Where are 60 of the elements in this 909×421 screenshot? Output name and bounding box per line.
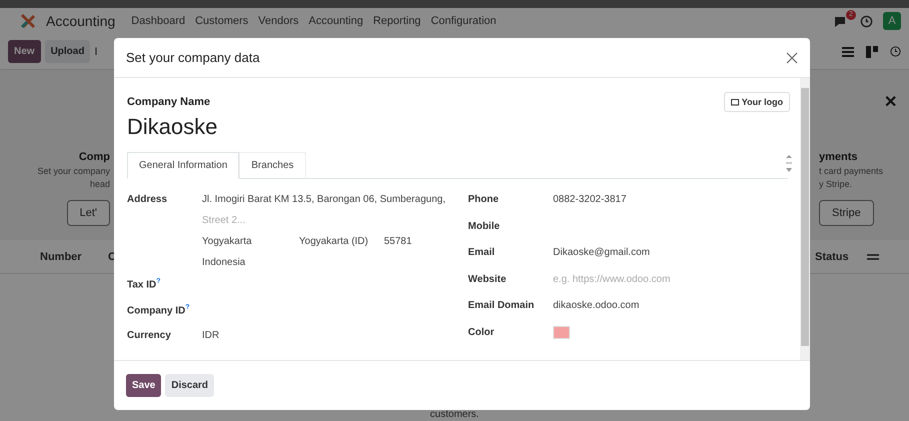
field-label: Currency	[127, 329, 172, 341]
menu-item[interactable]: Reporting	[373, 15, 421, 27]
banner-text: t card payments	[819, 166, 884, 176]
dialog-title: Set your company data	[126, 50, 260, 65]
image-icon	[730, 98, 739, 106]
tab[interactable]: General Information	[127, 152, 240, 179]
street-field[interactable]: Jl. Imogiri Barat KM 13.5, Barongan 06, Sumberagung,	[202, 189, 446, 205]
field-label: Tax ID$^{?}$	[127, 277, 162, 290]
toolbar-button[interactable]: New	[8, 40, 41, 63]
column-header[interactable]: Status	[815, 250, 865, 262]
app-logo-icon	[20, 13, 36, 29]
banner-text: head	[90, 179, 110, 189]
menu-item[interactable]: Vendors	[258, 15, 299, 27]
field-label: Mobile	[468, 220, 501, 232]
menu-item[interactable]: Customers	[195, 15, 248, 27]
close-icon[interactable]	[786, 52, 798, 64]
column-header[interactable]: Number	[40, 250, 108, 262]
color-swatch[interactable]	[553, 326, 570, 338]
input-field[interactable]: 0882-3202-3817	[553, 189, 626, 205]
menu-item[interactable]: Configuration	[430, 15, 496, 27]
company-name-field[interactable]: Dikaoske	[127, 114, 788, 140]
close-icon[interactable]: ✕	[884, 92, 897, 112]
clock-icon[interactable]	[860, 14, 873, 28]
banner-title: yments	[819, 151, 858, 163]
list-footer-text: customers.	[429, 409, 480, 421]
toolbar-text: I	[94, 46, 98, 58]
logo-button[interactable]: Your logo	[724, 92, 790, 112]
kanban-view-icon[interactable]	[866, 46, 878, 58]
discard-button[interactable]: Discard	[165, 374, 214, 397]
country-field[interactable]: Indonesia	[202, 252, 246, 268]
field-label: Address	[127, 193, 168, 205]
field-label: Email	[468, 246, 496, 258]
field-label: Company ID$^{?}$	[127, 303, 191, 316]
input-field[interactable]: Dikaoske@gmail.com	[553, 242, 650, 258]
clock-icon[interactable]	[890, 46, 901, 57]
banner-text: y Stripe.	[819, 179, 852, 189]
zip-field[interactable]: 55781	[384, 231, 412, 247]
input-field[interactable]: dikaoske.odoo.com	[553, 295, 640, 311]
city-field[interactable]: Yogyakarta	[202, 231, 299, 247]
field-label: Color	[468, 326, 496, 338]
menu-item[interactable]: Dashboard	[131, 15, 186, 27]
banner-title: Comp	[78, 151, 110, 163]
scroll-arrows-icon[interactable]	[786, 154, 792, 174]
field-label: Email Domain	[468, 299, 536, 311]
field-label: Phone	[468, 193, 500, 205]
field-label: Company Name	[127, 96, 210, 108]
banner-text: Set your company	[37, 166, 110, 176]
save-button[interactable]: Save	[126, 374, 162, 397]
tab[interactable]: Branches	[239, 152, 306, 179]
app-name[interactable]: Accounting	[46, 13, 116, 29]
state-field[interactable]: Yogyakarta (ID)	[299, 231, 384, 247]
input-field[interactable]: IDR	[202, 325, 220, 341]
banner-button[interactable]: Let'	[66, 200, 110, 226]
list-view-icon[interactable]	[842, 46, 854, 56]
menu-item[interactable]: Accounting	[308, 15, 364, 27]
banner-button[interactable]: Stripe	[819, 200, 874, 226]
user-avatar[interactable]: A	[883, 12, 901, 30]
settings-toggle-icon[interactable]	[867, 252, 879, 262]
toolbar-button[interactable]: Upload	[44, 40, 90, 63]
field-label: Website	[468, 272, 508, 284]
